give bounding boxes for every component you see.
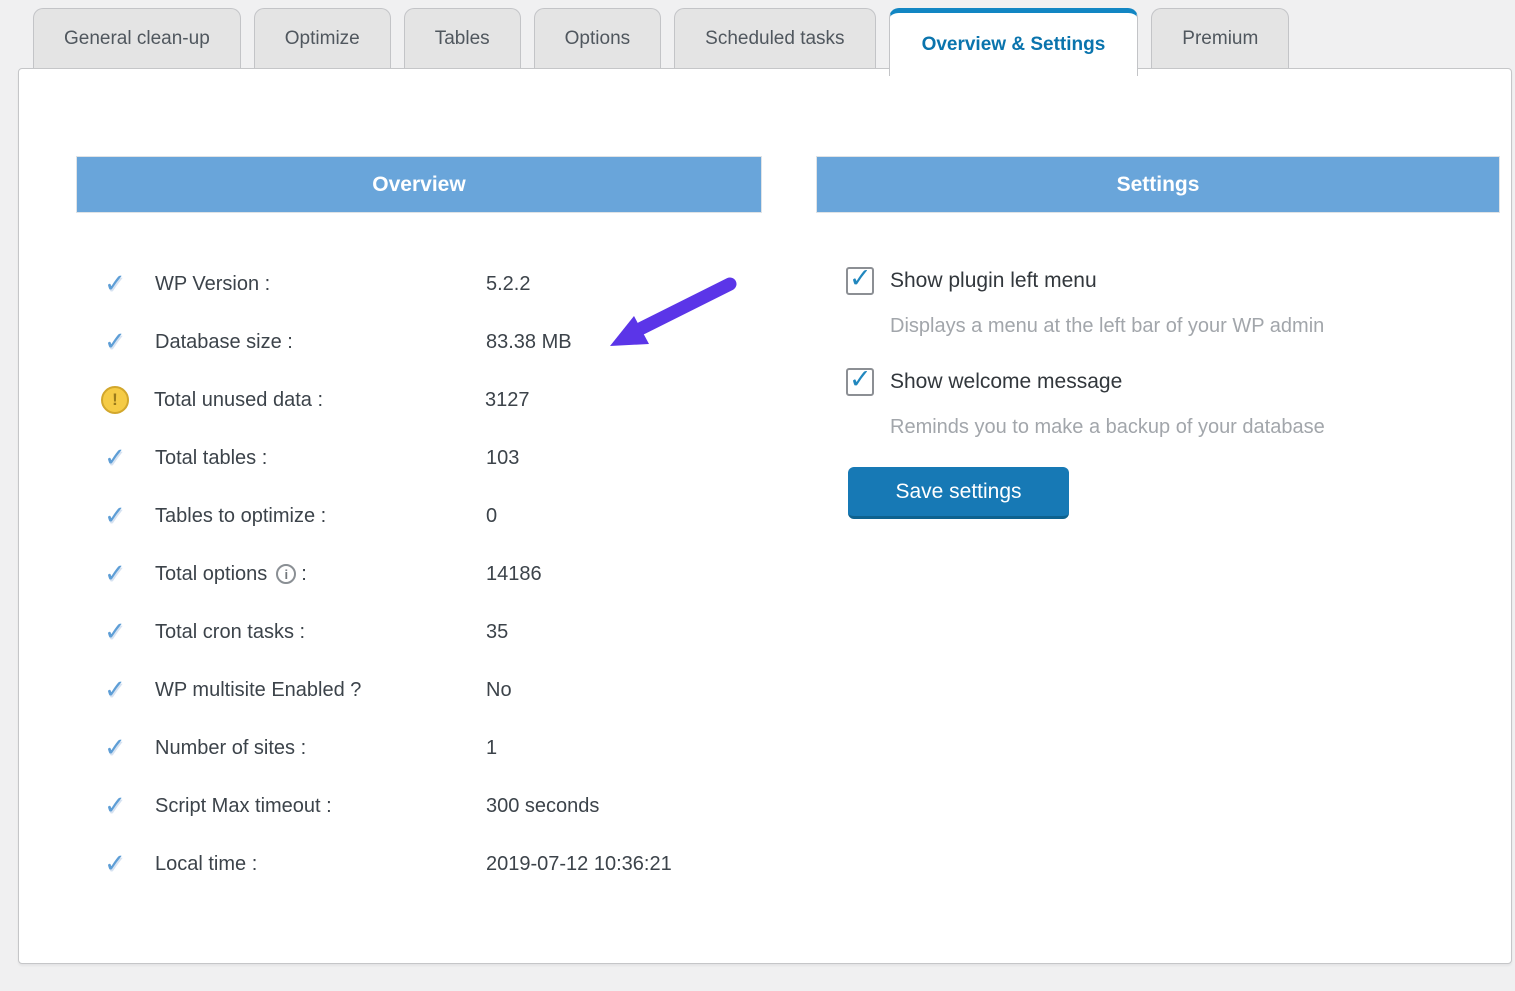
check-icon: ✓ bbox=[100, 617, 130, 647]
overview-row-label: WP Version : bbox=[155, 273, 486, 296]
overview-row-value: No bbox=[486, 679, 512, 702]
check-icon: ✓ bbox=[100, 849, 130, 879]
overview-row: ✓ Total optionsi:14186 bbox=[76, 545, 762, 603]
option-description: Displays a menu at the left bar of your … bbox=[890, 315, 1506, 338]
overview-row: ✓ Local time :2019-07-12 10:36:21 bbox=[76, 835, 762, 893]
overview-row-label: Script Max timeout : bbox=[155, 795, 486, 818]
overview-row: ✓ Script Max timeout :300 seconds bbox=[76, 777, 762, 835]
overview-row: ! Total unused data :3127 bbox=[76, 371, 762, 429]
overview-row-label: Local time : bbox=[155, 853, 486, 876]
tab-tables[interactable]: Tables bbox=[404, 8, 521, 68]
overview-row-label: Number of sites : bbox=[155, 737, 486, 760]
overview-row: ✓ Tables to optimize :0 bbox=[76, 487, 762, 545]
checkmark-icon: ✓ bbox=[849, 364, 872, 395]
settings-option[interactable]: ✓ Show plugin left menu bbox=[846, 265, 1506, 297]
overview-row-value: 3127 bbox=[485, 389, 530, 412]
overview-row-value: 103 bbox=[486, 447, 519, 470]
overview-header: Overview bbox=[76, 156, 762, 213]
check-icon: ✓ bbox=[100, 269, 130, 299]
tab-bar: General clean-upOptimizeTablesOptionsSch… bbox=[33, 8, 1289, 76]
overview-row-label: Total cron tasks : bbox=[155, 621, 486, 644]
annotation-arrow-icon bbox=[598, 274, 743, 364]
check-icon: ✓ bbox=[100, 501, 130, 531]
overview-row-label: WP multisite Enabled ? bbox=[155, 679, 486, 702]
overview-row-value: 5.2.2 bbox=[486, 273, 530, 296]
plugin-admin-screen: General clean-upOptimizeTablesOptionsSch… bbox=[0, 0, 1515, 991]
overview-row-value: 35 bbox=[486, 621, 508, 644]
overview-row-value: 1 bbox=[486, 737, 497, 760]
tab-premium[interactable]: Premium bbox=[1151, 8, 1289, 68]
content-panel: Overview Settings ✓ WP Version :5.2.2 ✓ Dat… bbox=[18, 68, 1512, 964]
settings-option[interactable]: ✓ Show welcome message bbox=[846, 366, 1506, 398]
overview-row: ✓ Number of sites :1 bbox=[76, 719, 762, 777]
option-description: Reminds you to make a backup of your dat… bbox=[890, 416, 1506, 439]
overview-row-label: Total optionsi: bbox=[155, 563, 486, 586]
check-icon: ✓ bbox=[100, 791, 130, 821]
info-icon[interactable]: i bbox=[276, 564, 296, 584]
overview-row: ✓ WP multisite Enabled ?No bbox=[76, 661, 762, 719]
overview-row: ✓ Total tables :103 bbox=[76, 429, 762, 487]
checkbox[interactable]: ✓ bbox=[846, 267, 874, 295]
check-icon: ✓ bbox=[100, 559, 130, 589]
save-settings-button[interactable]: Save settings bbox=[848, 467, 1069, 519]
tab-optimize[interactable]: Optimize bbox=[254, 8, 391, 68]
tab-general-clean-up[interactable]: General clean-up bbox=[33, 8, 241, 68]
check-icon: ✓ bbox=[100, 733, 130, 763]
overview-row-value: 83.38 MB bbox=[486, 331, 572, 354]
overview-row-label: Database size : bbox=[155, 331, 486, 354]
overview-row-value: 2019-07-12 10:36:21 bbox=[486, 853, 672, 876]
settings-body: ✓ Show plugin left menu Displays a menu at… bbox=[846, 265, 1506, 519]
overview-row-value: 300 seconds bbox=[486, 795, 599, 818]
checkbox-label: Show plugin left menu bbox=[890, 269, 1097, 293]
settings-header: Settings bbox=[816, 156, 1500, 213]
overview-row-label: Tables to optimize : bbox=[155, 505, 486, 528]
overview-row-label: Total unused data : bbox=[154, 389, 485, 412]
overview-row: ✓ Total cron tasks :35 bbox=[76, 603, 762, 661]
tab-options[interactable]: Options bbox=[534, 8, 661, 68]
overview-row-value: 0 bbox=[486, 505, 497, 528]
check-icon: ✓ bbox=[100, 443, 130, 473]
settings-options: ✓ Show plugin left menu Displays a menu at… bbox=[846, 265, 1506, 439]
check-icon: ✓ bbox=[100, 675, 130, 705]
checkmark-icon: ✓ bbox=[849, 263, 872, 294]
checkbox-label: Show welcome message bbox=[890, 370, 1122, 394]
overview-row-value: 14186 bbox=[486, 563, 542, 586]
check-icon: ✓ bbox=[100, 327, 130, 357]
checkbox[interactable]: ✓ bbox=[846, 368, 874, 396]
overview-row-label: Total tables : bbox=[155, 447, 486, 470]
tab-overview-settings[interactable]: Overview & Settings bbox=[889, 8, 1139, 76]
warning-icon: ! bbox=[101, 386, 129, 414]
tab-scheduled-tasks[interactable]: Scheduled tasks bbox=[674, 8, 875, 68]
